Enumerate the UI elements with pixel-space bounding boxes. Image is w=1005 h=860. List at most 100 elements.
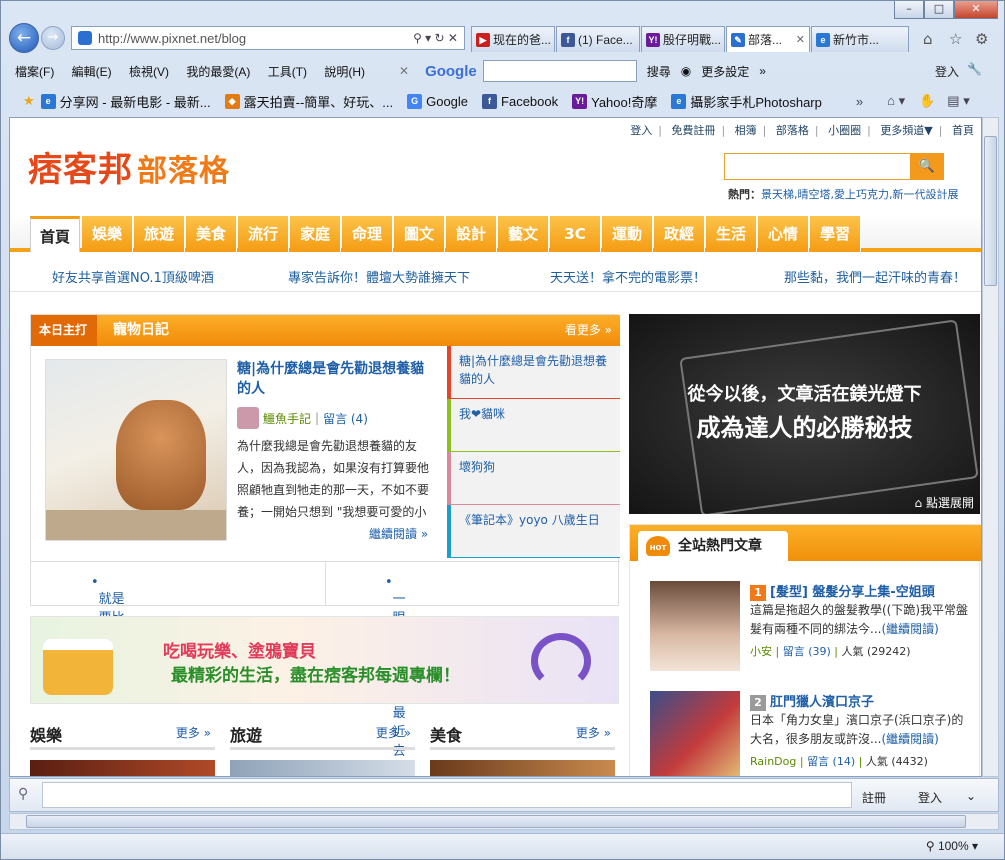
article-title[interactable]: 1 [髮型] 盤髮分享上集-空姐頭 <box>750 581 935 601</box>
cat-design[interactable]: 設計 <box>446 216 497 252</box>
hot-terms-links[interactable]: 景天梯,晴空塔,愛上巧克力,新一代設計展 <box>761 188 959 201</box>
cat-3c[interactable]: 3C <box>550 216 601 252</box>
promo-link[interactable]: 那些黏，我們一起汗味的青春！ <box>784 267 966 286</box>
author-link[interactable]: 鱷魚手記 <box>263 410 311 427</box>
expand-button[interactable]: ⌂ 點選展開 <box>915 494 974 511</box>
promo-link[interactable]: 天天送！拿不完的電影票！ <box>550 267 706 286</box>
tab-youtube[interactable]: ▶ 现在的爸... <box>471 26 555 52</box>
section-more-link[interactable]: 更多 » <box>576 724 611 741</box>
tab-facebook[interactable]: f (1) Face... <box>556 26 640 52</box>
menu-tools[interactable]: 工具(T) <box>268 65 307 79</box>
article-thumbnail[interactable] <box>650 691 740 776</box>
feature-promo-banner[interactable]: 從今以後，文章活在鎂光燈下 成為達人的必勝秘技 ⌂ 點選展開 <box>629 314 980 514</box>
promo-link[interactable]: 專家告訴你！體壇大勢誰擁天下 <box>288 267 470 286</box>
bottom-link[interactable]: • 就是要比別人快一步分享！ <box>91 575 125 702</box>
address-bar[interactable]: http://www.pixnet.net/blog ⚲ ▾ ↻ ✕ <box>71 26 465 50</box>
tab-close-icon[interactable]: ✕ <box>796 33 805 46</box>
address-controls[interactable]: ⚲ ▾ ↻ ✕ <box>413 31 458 45</box>
comments-link[interactable]: 留言 (39) <box>783 645 831 658</box>
toolbar-close-icon[interactable]: ✕ <box>399 64 409 78</box>
cat-family[interactable]: 家庭 <box>290 216 341 252</box>
featured-post-title[interactable]: 糖|為什麼總是會先勸退想養貓的人 <box>237 359 433 399</box>
author-link[interactable]: RainDog <box>750 755 796 768</box>
bottom-link[interactable]: • 一眼就看出你最近去了哪裡 <box>385 575 406 776</box>
comments-link[interactable]: 留言 (14) <box>807 755 855 768</box>
hand-icon[interactable]: ✋ <box>919 93 935 109</box>
favorite-item[interactable]: e 攝影家手札Photosharp <box>671 92 822 111</box>
favorites-star-icon[interactable]: ★ <box>23 93 35 109</box>
favorites-star-icon[interactable]: ☆ <box>949 30 962 48</box>
scroll-thumb[interactable] <box>26 815 966 828</box>
favorites-overflow-icon[interactable]: » <box>856 94 863 109</box>
menu-help[interactable]: 說明(H) <box>324 65 365 79</box>
tab-yahoo[interactable]: Y! 殷仔明戰... <box>641 26 725 52</box>
read-more-link[interactable]: (繼續閱讀) <box>881 622 938 636</box>
comments-link[interactable]: 留言 (4) <box>323 410 368 427</box>
address-url[interactable]: http://www.pixnet.net/blog <box>98 31 413 46</box>
globe-icon[interactable]: ◉ <box>681 64 691 78</box>
link-circle[interactable]: 小圈圈 <box>828 124 861 137</box>
pixnet-logo[interactable]: 痞客邦 部落格 <box>28 142 230 191</box>
google-search-button[interactable]: 搜尋 <box>647 63 671 80</box>
zoom-control[interactable]: ⚲ 100% ▾ <box>926 839 978 853</box>
cat-learning[interactable]: 學習 <box>810 216 861 252</box>
cat-travel[interactable]: 旅遊 <box>134 216 185 252</box>
favorite-item[interactable]: ◆ 露天拍賣--簡單、好玩、... <box>224 92 393 111</box>
section-more-link[interactable]: 更多 » <box>176 724 211 741</box>
more-settings-button[interactable]: 更多設定 <box>701 63 749 80</box>
find-login-button[interactable]: 登入 <box>918 789 942 806</box>
favorite-item[interactable]: Y! Yahoo!奇摩 <box>572 92 657 111</box>
menu-file[interactable]: 檔案(F) <box>15 65 54 79</box>
find-input[interactable] <box>42 782 852 808</box>
maximize-button[interactable]: □ <box>924 1 954 19</box>
featured-list-item[interactable]: 《筆記本》yoyo 八歲生日 <box>447 505 620 558</box>
cat-mood[interactable]: 心情 <box>758 216 809 252</box>
section-thumbnail[interactable] <box>30 760 215 776</box>
cat-fortune[interactable]: 命理 <box>342 216 393 252</box>
read-more-link[interactable]: (繼續閱讀) <box>881 732 938 746</box>
avatar[interactable] <box>237 407 259 429</box>
home-icon[interactable]: ⌂ ▾ <box>887 93 905 109</box>
link-home[interactable]: 首頁 <box>952 124 974 137</box>
home-icon[interactable]: ⌂ <box>923 30 933 48</box>
section-thumbnail[interactable] <box>230 760 415 776</box>
section-thumbnail[interactable] <box>430 760 615 776</box>
menu-edit[interactable]: 編輯(E) <box>72 65 112 79</box>
read-more-link[interactable]: 繼續閱讀 » <box>369 525 428 542</box>
article-title[interactable]: 2 肛門獵人濱口京子 <box>750 691 874 711</box>
cat-food[interactable]: 美食 <box>186 216 237 252</box>
cat-sports[interactable]: 運動 <box>602 216 653 252</box>
scroll-thumb[interactable] <box>984 136 997 286</box>
section-more-link[interactable]: 更多 » <box>376 724 411 741</box>
cat-entertainment[interactable]: 娛樂 <box>82 216 133 252</box>
cat-politics[interactable]: 政經 <box>654 216 705 252</box>
author-link[interactable]: 小安 <box>750 645 772 658</box>
article-thumbnail[interactable] <box>650 581 740 671</box>
promo-link[interactable]: 好友共享首選NO.1頂級啤酒 <box>52 267 214 286</box>
cat-arts[interactable]: 藝文 <box>498 216 549 252</box>
link-album[interactable]: 相簿 <box>735 124 757 137</box>
link-register[interactable]: 免費註冊 <box>671 124 715 137</box>
close-button[interactable]: ✕ <box>954 1 998 19</box>
link-login[interactable]: 登入 <box>630 124 652 137</box>
menu-view[interactable]: 檢視(V) <box>129 65 169 79</box>
rss-icon[interactable]: ▤ ▾ <box>947 93 969 109</box>
cat-comics[interactable]: 圖文 <box>394 216 445 252</box>
cat-life[interactable]: 生活 <box>706 216 757 252</box>
favorite-item[interactable]: e 分享网 - 最新电影 - 最新... <box>40 92 211 111</box>
tab-blog-active[interactable]: ✎ 部落... ✕ <box>726 26 810 52</box>
vertical-scrollbar[interactable] <box>982 117 999 777</box>
minimize-button[interactable]: – <box>894 1 924 19</box>
link-blog[interactable]: 部落格 <box>776 124 809 137</box>
forward-button[interactable]: → <box>41 26 65 50</box>
cat-home[interactable]: 首頁 <box>30 216 80 252</box>
menu-favorites[interactable]: 我的最愛(A) <box>186 65 250 79</box>
featured-more-link[interactable]: 看更多 » <box>565 315 612 346</box>
wrench-icon[interactable]: 🔧 <box>967 62 982 76</box>
google-search-input[interactable] <box>482 60 637 82</box>
cat-fashion[interactable]: 流行 <box>238 216 289 252</box>
find-register-button[interactable]: 註冊 <box>862 789 886 806</box>
link-more-channels[interactable]: 更多頻道▼ <box>880 124 932 137</box>
hot-articles-tab[interactable]: HOT 全站熱門文章 <box>638 531 788 561</box>
gear-icon[interactable]: ⚙ <box>975 30 988 48</box>
